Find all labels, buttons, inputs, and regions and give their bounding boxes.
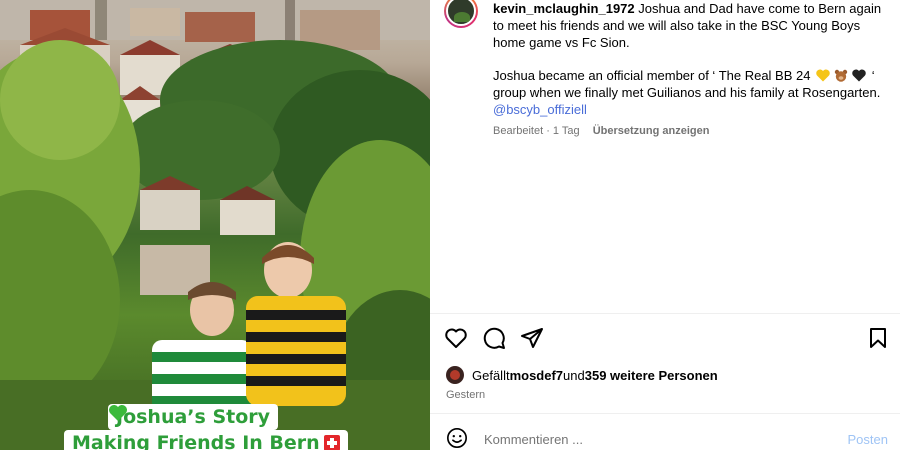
caption-meta: Bearbeitet · 1 Tag Übersetzung anzeigen: [493, 125, 709, 137]
avatar-image: [446, 0, 476, 26]
story-subtitle-text: Making Friends In Bern: [72, 432, 320, 450]
photo-scene: [0, 0, 430, 450]
comment-input[interactable]: [484, 432, 784, 447]
divider: [430, 313, 900, 314]
post-caption: kevin_mclaughin_1972 Joshua and Dad have…: [493, 0, 893, 134]
bookmark-icon[interactable]: [866, 326, 890, 350]
post-photo[interactable]: Joshua’s Story Making Friends In Bern: [0, 0, 430, 450]
post-date[interactable]: Gestern: [446, 389, 485, 401]
post-comment-button[interactable]: Posten: [848, 432, 888, 447]
liker-username[interactable]: mosdef7: [510, 368, 563, 383]
likes-middle: und: [563, 367, 585, 383]
bear-icon: [834, 69, 848, 82]
swiss-flag-icon: [323, 435, 340, 450]
liker-avatar[interactable]: [446, 366, 464, 384]
likes-summary: Gefällt mosdef7 und 359 weitere Personen: [446, 366, 718, 384]
caption-paragraph-1: kevin_mclaughin_1972 Joshua and Dad have…: [493, 0, 893, 51]
story-title-line1: Joshua’s Story: [108, 404, 279, 430]
author-username[interactable]: kevin_mclaughin_1972: [493, 1, 635, 16]
comment-icon[interactable]: [482, 326, 506, 350]
emoji-icon[interactable]: [446, 427, 468, 449]
author-avatar[interactable]: [444, 0, 478, 28]
likes-prefix: Gefällt: [472, 367, 510, 383]
heart-icon[interactable]: [444, 326, 468, 350]
translate-button[interactable]: Übersetzung anzeigen: [593, 125, 710, 137]
mention-link[interactable]: @bscyb_offiziell: [493, 102, 587, 117]
green-heart-icon: [109, 405, 127, 421]
black-heart-icon: [852, 69, 866, 82]
likes-count[interactable]: 359 weitere Personen: [585, 368, 718, 383]
edited-label: Bearbeitet · 1 Tag: [493, 125, 580, 137]
action-bar: [444, 326, 890, 350]
yellow-heart-icon: [816, 69, 830, 82]
story-title-line2: Making Friends In Bern: [64, 430, 348, 450]
comment-bar: Posten: [430, 414, 900, 450]
caption-text-2a: Joshua became an official member of ‘ Th…: [493, 68, 815, 83]
story-title-text: Joshua’s Story: [116, 406, 271, 428]
caption-paragraph-2: Joshua became an official member of ‘ Th…: [493, 67, 893, 118]
post-panel: kevin_mclaughin_1972 Joshua and Dad have…: [430, 0, 900, 450]
share-icon[interactable]: [520, 326, 544, 350]
